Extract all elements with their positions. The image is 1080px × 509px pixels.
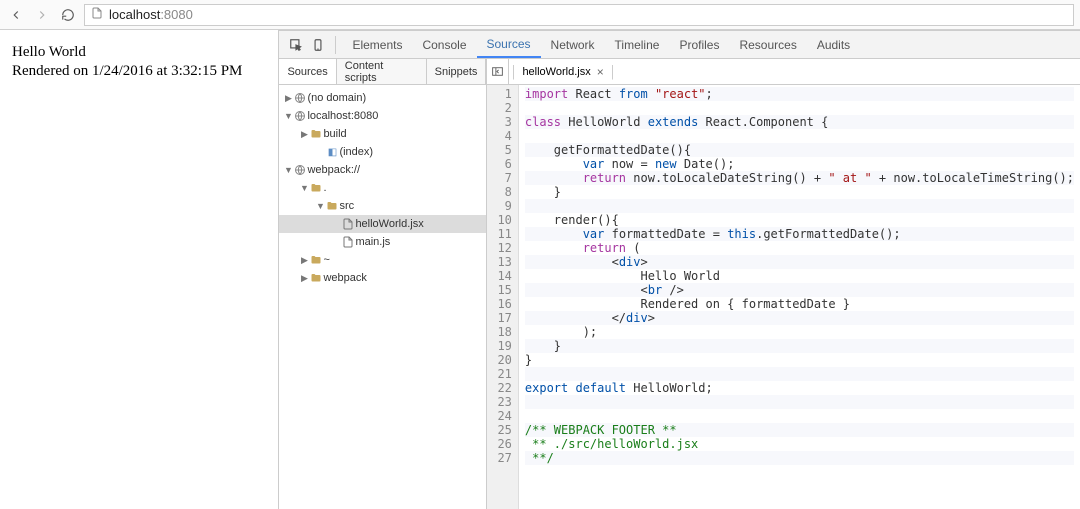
back-button[interactable]	[6, 5, 26, 25]
sources-subtab-sources[interactable]: Sources	[279, 59, 336, 84]
rendered-page: Hello World Rendered on 1/24/2016 at 3:3…	[0, 30, 279, 509]
devtools-tab-resources[interactable]: Resources	[729, 31, 806, 58]
tree-label: ~	[323, 254, 329, 266]
page-icon	[91, 6, 103, 23]
tree-label: build	[323, 128, 346, 140]
device-mode-icon[interactable]	[307, 38, 329, 52]
file-tab-label: helloWorld.jsx	[522, 66, 590, 78]
tree-tilde[interactable]: ▶ ~	[279, 251, 486, 269]
devtools-tab-sources[interactable]: Sources	[477, 31, 541, 58]
tree-label: main.js	[355, 236, 390, 248]
devtools-toolbar: ElementsConsoleSourcesNetworkTimelinePro…	[279, 31, 1080, 59]
devtools-tab-elements[interactable]: Elements	[342, 31, 412, 58]
devtools-tab-profiles[interactable]: Profiles	[669, 31, 729, 58]
devtools: ElementsConsoleSourcesNetworkTimelinePro…	[279, 30, 1080, 509]
devtools-subbar: SourcesContent scriptsSnippets helloWorl…	[279, 59, 1080, 85]
tree-label: webpack://	[307, 164, 360, 176]
source-editor[interactable]: 1234567891011121314151617181920212223242…	[487, 85, 1080, 509]
reload-button[interactable]	[58, 5, 78, 25]
line-gutter: 1234567891011121314151617181920212223242…	[487, 85, 518, 509]
devtools-tab-console[interactable]: Console	[412, 31, 476, 58]
tree-host[interactable]: ▼ localhost:8080	[279, 107, 486, 125]
devtools-tab-network[interactable]: Network	[541, 31, 605, 58]
tree-nodomain[interactable]: ▶ (no domain)	[279, 89, 486, 107]
tree-label: localhost:8080	[307, 110, 378, 122]
sources-subtab-snippets[interactable]: Snippets	[427, 59, 487, 84]
toggle-navigator-icon[interactable]	[487, 59, 509, 84]
devtools-tab-timeline[interactable]: Timeline	[605, 31, 670, 58]
tree-dot[interactable]: ▼ .	[279, 179, 486, 197]
page-line-1: Hello World	[12, 44, 266, 61]
tree-label: (index)	[339, 146, 373, 158]
tree-mainjs[interactable]: main.js	[279, 233, 486, 251]
page-line-2: Rendered on 1/24/2016 at 3:32:15 PM	[12, 63, 266, 80]
file-navigator: ▶ (no domain) ▼ localhost:8080 ▶ build ◧…	[279, 85, 487, 509]
address-host: localhost:8080	[109, 7, 193, 22]
inspect-element-icon[interactable]	[285, 38, 307, 52]
tree-label: webpack	[323, 272, 366, 284]
sources-subtab-content-scripts[interactable]: Content scripts	[337, 59, 427, 84]
devtools-tab-audits[interactable]: Audits	[807, 31, 860, 58]
tree-webpack-scheme[interactable]: ▼ webpack://	[279, 161, 486, 179]
tree-label: (no domain)	[307, 92, 366, 104]
tree-label: .	[323, 182, 326, 194]
tree-wp-folder[interactable]: ▶ webpack	[279, 269, 486, 287]
code-content[interactable]: import React from "react"; class HelloWo…	[519, 85, 1080, 509]
address-bar[interactable]: localhost:8080	[84, 4, 1074, 26]
tree-helloworld[interactable]: helloWorld.jsx	[279, 215, 486, 233]
tree-label: helloWorld.jsx	[355, 218, 423, 230]
tree-index[interactable]: ◧ (index)	[279, 143, 486, 161]
close-icon[interactable]: ×	[597, 65, 604, 79]
tree-label: src	[339, 200, 354, 212]
forward-button[interactable]	[32, 5, 52, 25]
browser-toolbar: localhost:8080	[0, 0, 1080, 30]
tree-build[interactable]: ▶ build	[279, 125, 486, 143]
file-tab-helloworld[interactable]: helloWorld.jsx ×	[513, 65, 612, 80]
tree-src[interactable]: ▼ src	[279, 197, 486, 215]
